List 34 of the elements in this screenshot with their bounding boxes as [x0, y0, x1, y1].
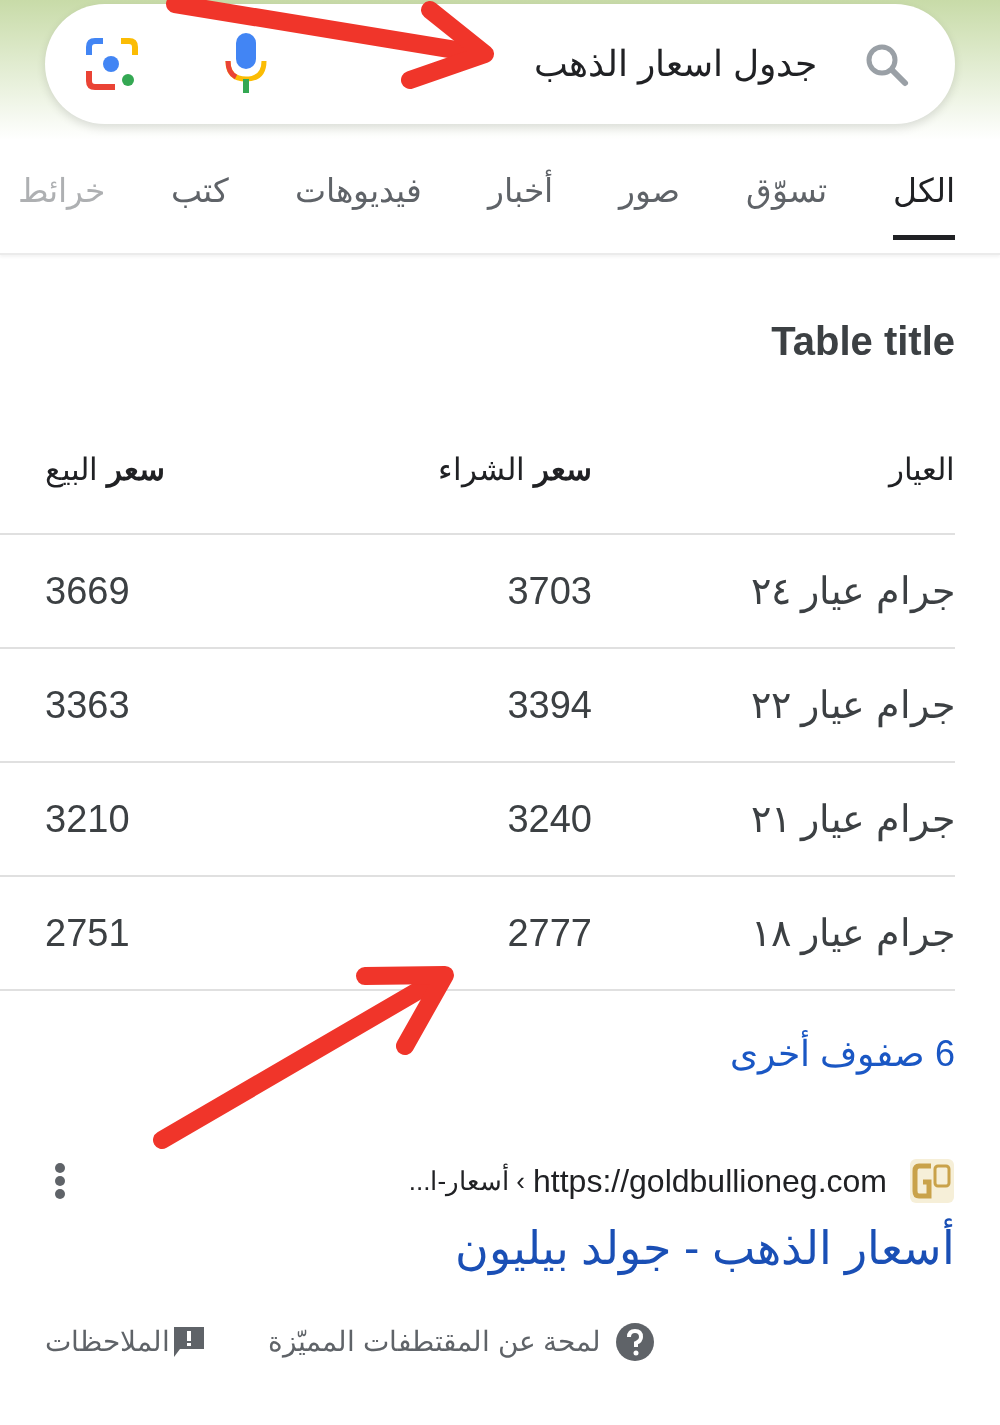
table-cell: جرام عيار ٢١: [750, 797, 955, 840]
table-cell: 3669: [45, 569, 130, 612]
search-tab[interactable]: تسوّق: [746, 165, 827, 240]
search-bar[interactable]: جدول اسعار الذهب: [45, 4, 955, 124]
feedback-link[interactable]: الملاحظات: [45, 1321, 170, 1363]
result-url: https://goldbullioneg.com: [533, 1162, 887, 1201]
feedback-icon: [172, 1325, 206, 1359]
help-icon: [615, 1322, 656, 1362]
search-tab[interactable]: صور: [619, 165, 680, 240]
column-header: العيار: [889, 451, 955, 487]
table-cell: 3363: [45, 683, 130, 726]
table-cell: 3240: [507, 797, 592, 840]
microphone-icon[interactable]: [224, 33, 268, 95]
more-options-icon[interactable]: [53, 1163, 67, 1199]
table-cell: 3703: [507, 569, 592, 612]
search-tab[interactable]: كتب: [171, 165, 229, 240]
column-header: سعر البيع: [45, 451, 165, 487]
search-tab[interactable]: فيديوهات: [295, 165, 422, 240]
column-header: سعر الشراء: [438, 451, 592, 487]
table-cell: 2777: [507, 911, 592, 954]
table-cell: جرام عيار ٢٤: [750, 569, 955, 612]
search-tab[interactable]: الكل: [893, 165, 955, 240]
table-cell: 3394: [507, 683, 592, 726]
search-query[interactable]: جدول اسعار الذهب: [534, 37, 817, 91]
about-snippets-link[interactable]: لمحة عن المقتطفات المميّزة: [268, 1321, 602, 1363]
table-cell: جرام عيار ١٨: [750, 911, 955, 954]
camera-lens-icon[interactable]: [85, 37, 139, 91]
table-title: Table title: [770, 318, 955, 365]
table-cell: 3210: [45, 797, 130, 840]
result-breadcrumb: › أسعار-ا...: [408, 1162, 525, 1199]
search-tab[interactable]: أخبار: [488, 165, 553, 240]
site-favicon: [909, 1158, 955, 1204]
table-cell: جرام عيار ٢٢: [750, 683, 955, 726]
table-cell: 2751: [45, 911, 130, 954]
